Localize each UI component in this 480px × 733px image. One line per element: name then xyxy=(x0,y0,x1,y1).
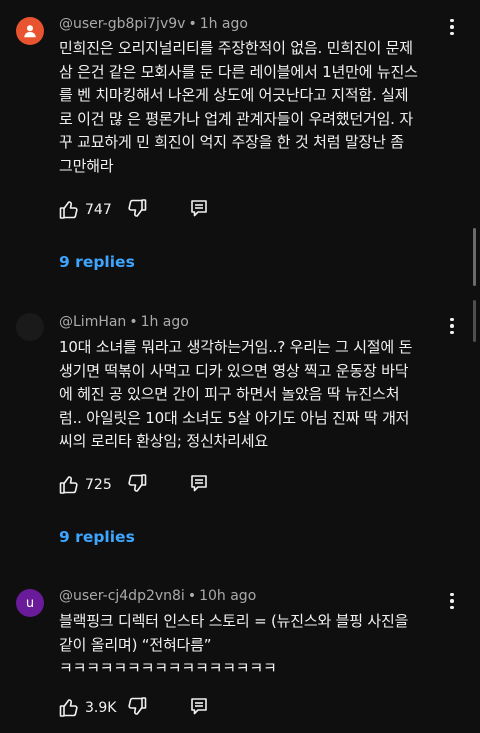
comment-text: 블랙핑크 디렉터 인스타 스토리 = (뉴진스와 블핑 사진을 같이 올리며) … xyxy=(59,612,409,677)
thumbs-down-icon xyxy=(128,697,147,715)
avatar[interactable] xyxy=(16,17,44,45)
reply-icon xyxy=(191,475,207,492)
dislike-button[interactable] xyxy=(127,473,147,493)
reply-button[interactable] xyxy=(190,697,208,715)
dislike-button[interactable] xyxy=(127,696,147,716)
avatar-letter: u xyxy=(25,595,35,611)
comment-actions: 747 xyxy=(59,198,207,222)
author-handle[interactable]: @user-cj4dp2vn8i xyxy=(59,588,185,604)
like-count: 3.9K xyxy=(85,700,117,716)
meta-separator: • xyxy=(188,16,197,32)
scrollbar[interactable] xyxy=(473,228,476,286)
dislike-button[interactable] xyxy=(127,198,147,218)
meta-separator: • xyxy=(129,314,138,330)
like-count: 725 xyxy=(85,477,112,493)
thumbs-up-icon xyxy=(59,476,78,494)
like-count: 747 xyxy=(85,202,112,218)
comment-actions: 3.9K xyxy=(59,696,207,720)
comment-actions: 725 xyxy=(59,473,207,497)
user-icon xyxy=(24,25,36,38)
scrollbar[interactable] xyxy=(473,300,476,342)
avatar[interactable] xyxy=(16,313,44,341)
comment-time: 1h ago xyxy=(199,16,248,32)
thumbs-up-icon xyxy=(59,201,78,219)
thumbs-down-icon xyxy=(128,474,147,492)
view-replies-link[interactable]: 9 replies xyxy=(59,528,135,546)
reply-icon xyxy=(191,698,207,715)
view-replies-link[interactable]: 9 replies xyxy=(59,253,135,271)
author-handle[interactable]: @user-gb8pi7jv9v xyxy=(59,16,185,32)
comment-meta: @LimHan • 1h ago xyxy=(59,314,189,330)
comment-meta: @user-gb8pi7jv9v • 1h ago xyxy=(59,16,248,32)
meta-separator: • xyxy=(187,588,197,604)
avatar[interactable]: u xyxy=(16,589,44,617)
like-button[interactable]: 747 xyxy=(59,200,112,220)
reply-icon xyxy=(191,200,207,217)
comment-time: 10h ago xyxy=(199,588,257,604)
like-button[interactable]: 3.9K xyxy=(59,698,116,718)
reply-button[interactable] xyxy=(190,199,208,217)
more-vertical-icon[interactable] xyxy=(442,15,462,39)
more-vertical-icon[interactable] xyxy=(442,314,462,338)
author-handle[interactable]: @LimHan xyxy=(59,314,126,330)
comment-text: 10대 소녀를 뭐라고 생각하는거임..? 우리는 그 시절에 돈 생기면 떡볶… xyxy=(59,338,413,450)
comment-meta: @user-cj4dp2vn8i • 10h ago xyxy=(59,588,256,604)
comment-text: 민희진은 오리지널리티를 주장한적이 없음. 민희진이 문제 삼 은건 같은 모… xyxy=(59,39,418,175)
like-button[interactable]: 725 xyxy=(59,475,112,495)
comment-time: 1h ago xyxy=(140,314,189,330)
thumbs-up-icon xyxy=(59,699,78,717)
thumbs-down-icon xyxy=(128,199,147,217)
reply-button[interactable] xyxy=(190,474,208,492)
